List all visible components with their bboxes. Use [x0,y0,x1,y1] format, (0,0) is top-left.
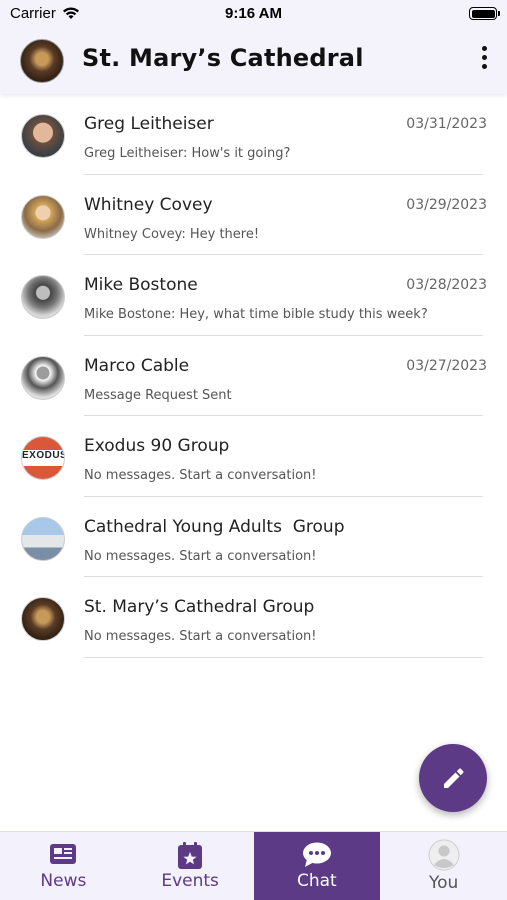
more-options-icon[interactable] [479,46,489,76]
chat-name: Marco Cable [84,355,190,376]
chat-row-mike-bostone[interactable]: Mike Bostone 03/28/2023 Mike Bostone: He… [0,255,507,336]
chat-name: Whitney Covey [84,194,213,215]
app-header: St. Mary’s Cathedral [0,28,507,94]
tab-news[interactable]: News [0,832,127,900]
tab-chat[interactable]: Chat [253,832,381,900]
chat-name: Mike Bostone [84,275,198,295]
new-message-button[interactable] [419,744,487,812]
tab-label: Chat [297,871,337,891]
user-avatar-icon [428,839,460,871]
chat-row-marco-cable[interactable]: Marco Cable 03/27/2023 Message Request S… [0,336,507,416]
chat-preview: No messages. Start a conversation! [84,468,317,483]
parish-avatar[interactable] [20,39,64,83]
battery-icon [469,7,500,20]
status-bar: Carrier 9:16 AM [0,0,507,28]
avatar-logo-text: EXODUS [22,450,65,461]
chat-row-greg-leitheiser[interactable]: Greg Leitheiser 03/31/2023 Greg Leitheis… [0,94,507,175]
avatar [21,355,65,400]
divider [84,656,483,658]
group-avatar [21,597,65,641]
page-title: St. Mary’s Cathedral [82,44,364,72]
chat-preview: Greg Leitheiser: How's it going? [84,146,291,161]
chat-bubble-icon [302,842,331,867]
group-avatar [21,516,65,561]
chat-date: 03/28/2023 [406,277,487,293]
chat-preview: Message Request Sent [84,387,232,403]
pencil-icon [444,768,464,788]
chat-date: 03/31/2023 [406,116,487,132]
chat-list: Greg Leitheiser 03/31/2023 Greg Leitheis… [0,94,507,658]
chat-name: Greg Leitheiser [84,114,214,134]
chat-name: St. Mary’s Cathedral Group [84,597,315,617]
calendar-star-icon [178,842,203,869]
avatar [21,194,65,239]
chat-preview: Whitney Covey: Hey there! [84,226,260,242]
chat-name: Exodus 90 Group [84,436,230,456]
tab-label: You [428,873,459,893]
chat-preview: No messages. Start a conversation! [84,548,317,564]
chat-row-exodus-90-group[interactable]: EXODUS Exodus 90 Group No messages. Star… [0,416,507,497]
group-avatar: EXODUS [21,436,65,480]
tab-label: News [40,871,87,891]
chat-row-st-marys-cathedral-group[interactable]: St. Mary’s Cathedral Group No messages. … [0,577,507,658]
chat-name: Cathedral Young Adults Group [84,516,345,537]
avatar [21,275,65,319]
tab-you[interactable]: You [380,832,507,900]
chat-date: 03/27/2023 [406,357,487,374]
tab-label: Events [161,871,219,891]
tab-events[interactable]: Events [127,832,254,900]
chat-row-cathedral-young-adults-group[interactable]: Cathedral Young Adults Group No messages… [0,497,507,577]
avatar [21,114,65,158]
tab-bar: News Events Chat You [0,831,507,900]
chat-preview: No messages. Start a conversation! [84,629,317,644]
chat-row-whitney-covey[interactable]: Whitney Covey 03/29/2023 Whitney Covey: … [0,175,507,255]
chat-preview: Mike Bostone: Hey, what time bible study… [84,307,428,322]
clock: 9:16 AM [225,5,282,22]
chat-date: 03/29/2023 [406,196,487,213]
newspaper-icon [50,844,77,864]
